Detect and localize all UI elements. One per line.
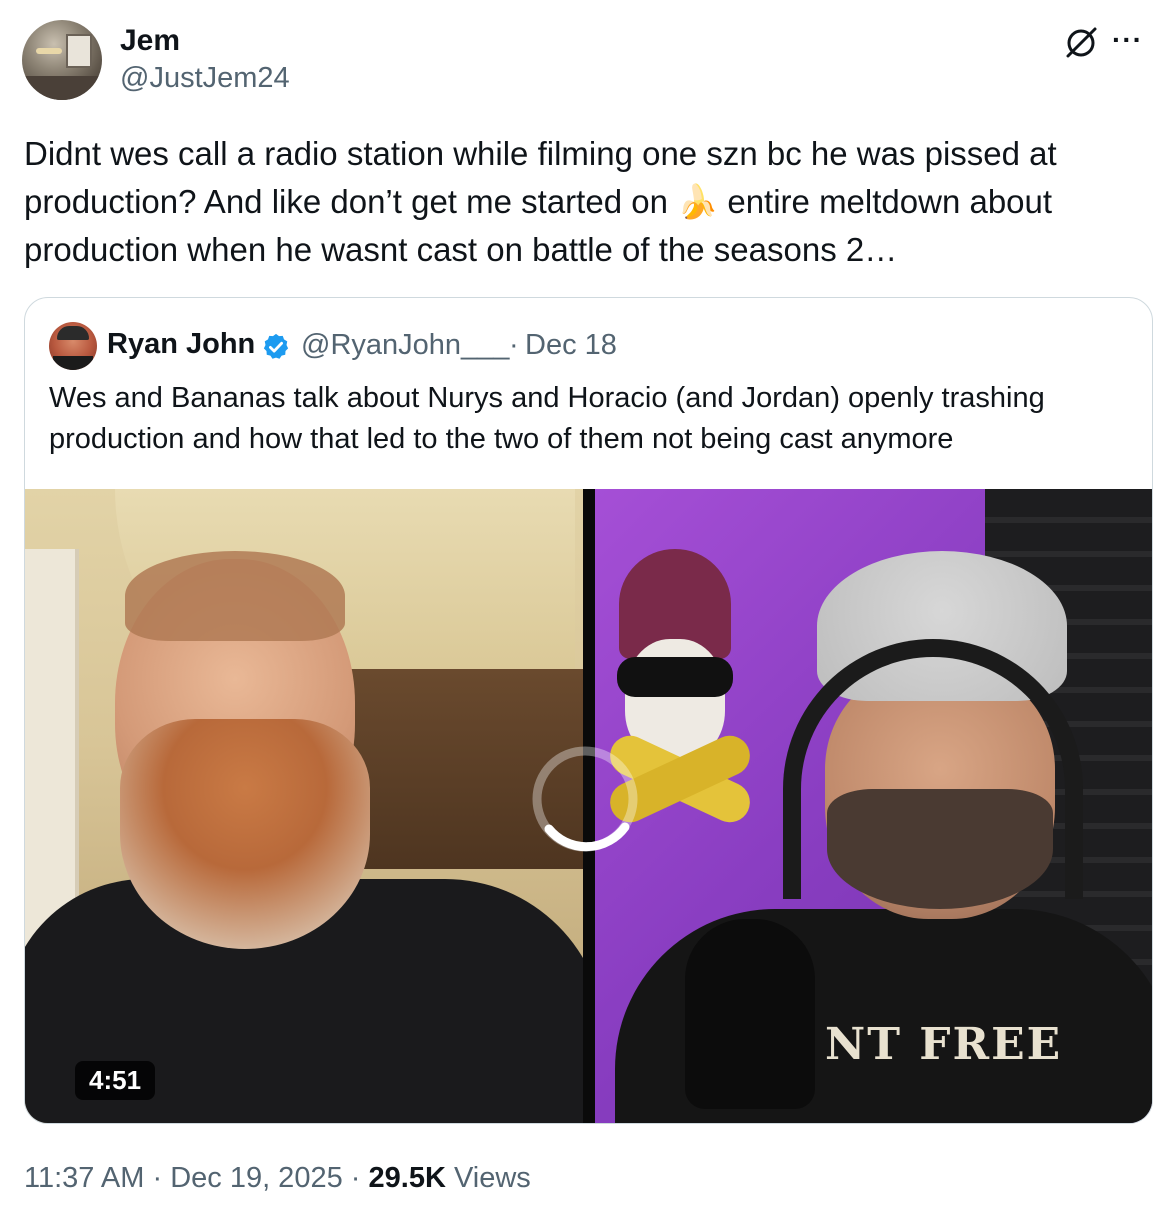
video-player[interactable]: NT FREE 4:51 [25,489,1152,1123]
meta-separator: · [350,1162,361,1194]
shirt-print: NT FREE [825,1019,1063,1070]
quote-date: Dec 18 [525,329,617,361]
meta-separator: · [152,1162,163,1194]
quote-text: Wes and Bananas talk about Nurys and Hor… [49,382,1045,455]
views-count: 29.5K [368,1162,446,1194]
tweet-meta: 11:37 AM · Dec 19, 2025 · 29.5K Views [24,1162,531,1195]
loading-spinner-icon [532,746,638,852]
author-avatar[interactable] [22,20,102,100]
quote-tweet-card[interactable]: Ryan John @RyanJohn___ · Dec 18 Wes and … [24,297,1153,1124]
banana-emoji: 🍌 [677,183,719,220]
quote-author-avatar [49,322,97,370]
tweet-time[interactable]: 11:37 AM [24,1162,144,1194]
verified-badge-icon [263,333,289,359]
author-handle[interactable]: @JustJem24 [120,62,290,95]
author-name[interactable]: Jem [120,24,180,58]
more-icon[interactable]: ··· [1112,26,1148,54]
video-duration: 4:51 [75,1061,156,1100]
views-label: Views [453,1162,531,1194]
grok-icon[interactable] [1062,24,1100,62]
video-left-frame [25,489,583,1123]
quote-separator: · [509,329,519,361]
quote-author-name: Ryan John [107,328,256,360]
tweet-text: Didnt wes call a radio station while fil… [24,130,1149,274]
video-right-frame: NT FREE [595,489,1152,1123]
quote-author-handle: @RyanJohn___ [301,329,510,361]
tweet-date[interactable]: Dec 19, 2025 [170,1162,343,1194]
